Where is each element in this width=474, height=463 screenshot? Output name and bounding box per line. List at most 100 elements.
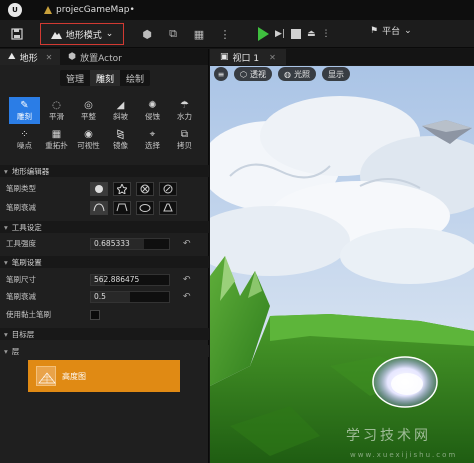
play-button[interactable] (258, 27, 269, 41)
landscape-tab-icon: ⛰ (8, 52, 16, 62)
tab-landscape[interactable]: ⛰ 地形 ✕ (0, 49, 61, 65)
tab-place-actors-label: 放置Actor (80, 53, 122, 64)
watermark-url: www.xuexijishu.com (350, 451, 458, 459)
retopo-icon: ▦ (51, 128, 62, 140)
tool-strength-row: 工具强度 0.685333 ↶ (0, 235, 209, 252)
falloff-spherical-button[interactable] (136, 200, 154, 215)
select-icon: ⌖ (149, 128, 156, 140)
panel-tabs: ⛰ 地形 ✕ ⬢ 放置Actor (0, 49, 208, 65)
brush-size-row: 笔刷尺寸 562.886475 ↶ (0, 271, 209, 288)
platform-button[interactable]: ⚑ 平台 ⌄ (370, 24, 412, 38)
falloff-linear-button[interactable] (113, 200, 131, 215)
tab-landscape-label: 地形 (19, 53, 38, 64)
smooth-icon: ◌ (52, 99, 61, 111)
reset-arrow-icon[interactable]: ↶ (183, 239, 191, 249)
tab-sculpt[interactable]: 雕刻 (90, 70, 121, 86)
falloff-tip-icon (163, 203, 173, 212)
tool-strength-label: 工具强度 (6, 239, 36, 248)
tool-erosion[interactable]: ✺ 侵蚀 (137, 97, 168, 124)
tool-smooth[interactable]: ◌ 平滑 (41, 97, 72, 124)
viewport-menu-button[interactable]: ≡ (214, 67, 228, 81)
section-brush-settings[interactable]: ▾ 笔刷设置 (0, 256, 209, 268)
stop-button[interactable] (290, 29, 301, 39)
layer-heightmap[interactable]: 高度图 (28, 360, 180, 392)
brush-falloff-label: 笔刷衰减 (6, 203, 36, 212)
mode-select-label: 地形模式 (65, 30, 102, 41)
tab-paint[interactable]: 绘制 (120, 70, 150, 86)
cinematics-icon[interactable]: ▦ (188, 23, 210, 45)
tab-manage[interactable]: 管理 (60, 70, 90, 86)
brush-falloff-row: 笔刷衰减 (0, 199, 209, 216)
use-clay-brush-checkbox[interactable] (90, 309, 100, 320)
falloff-spherical-icon (139, 204, 151, 212)
visibility-icon: ◉ (84, 128, 93, 140)
section-landscape-editor[interactable]: ▾ 地形编辑器 (0, 165, 209, 177)
watermark-text: 学习技术网 (346, 428, 431, 444)
brush-alpha-button[interactable] (113, 181, 131, 196)
tool-sculpt[interactable]: ✎ 雕刻 (9, 97, 40, 124)
tool-hydro[interactable]: ☂ 水力 (169, 97, 200, 124)
viewport-tabs: ▣ 视口 1 ✕ (210, 49, 474, 65)
show-button[interactable]: 显示 (321, 67, 350, 81)
reset-arrow-icon[interactable]: ↶ (183, 275, 191, 285)
play-controls: ▶| ⏏ ⋮ (258, 23, 330, 45)
use-clay-brush-label: 使用黏土笔刷 (6, 310, 51, 319)
close-icon[interactable]: ✕ (269, 53, 276, 62)
falloff-smooth-button[interactable] (90, 200, 108, 215)
component-brush-icon (163, 184, 173, 193)
save-button[interactable] (8, 23, 26, 45)
perspective-icon: ⬡ (240, 69, 247, 79)
main-toolbar: 地形模式 ⌄ ⬢ ⧉ ▦ ⋮ ▶| ⏏ ⋮ ⚑ 平台 ⌄ (0, 20, 474, 48)
brush-type-label: 笔刷类型 (6, 184, 36, 193)
section-target-layer[interactable]: ▾ 目标层 (0, 328, 209, 340)
tab-place-actors[interactable]: ⬢ 放置Actor (60, 49, 130, 65)
map-icon (44, 6, 52, 14)
platform-icon: ⚑ (370, 25, 379, 36)
tool-mirror[interactable]: ⧎ 镜像 (105, 126, 136, 153)
tool-noise[interactable]: ⁘ 噪点 (9, 126, 40, 153)
brush-pattern-button[interactable] (136, 181, 154, 196)
blueprint-icon[interactable]: ⧉ (162, 23, 184, 45)
eject-icon[interactable]: ⏏ (307, 23, 316, 45)
collapse-arrow-icon: ▾ (4, 257, 8, 267)
tool-strength-field[interactable]: 0.685333 (90, 237, 170, 250)
title-bar: U projecGameMap• (0, 0, 474, 20)
copy-icon: ⧉ (180, 128, 189, 140)
perspective-button[interactable]: ⬡ 透视 (234, 67, 272, 81)
tool-ramp[interactable]: ◢ 斜坡 (105, 97, 136, 124)
lighting-button[interactable]: ◍ 光照 (277, 67, 316, 81)
document-tab[interactable]: projecGameMap• (44, 5, 135, 15)
place-actor-tab-icon: ⬢ (68, 52, 77, 62)
mode-select-button[interactable]: 地形模式 ⌄ (40, 23, 124, 45)
viewport-panel: ▣ 视口 1 ✕ ≡ ⬡ 透视 ◍ 光照 显示 学习技术网 www.xuexij… (210, 49, 474, 463)
brush-size-field[interactable]: 562.886475 (90, 273, 170, 286)
brush-circle-button[interactable] (90, 181, 108, 196)
erosion-icon: ✺ (148, 99, 157, 111)
section-layers[interactable]: ▾ 层 (0, 345, 209, 357)
flatten-icon: ◎ (84, 99, 93, 111)
viewport-scene[interactable] (210, 66, 474, 463)
close-icon[interactable]: ✕ (46, 53, 53, 62)
layer-heightmap-label: 高度图 (62, 371, 86, 381)
tool-select[interactable]: ⌖ 选择 (137, 126, 168, 153)
brush-falloff-field[interactable]: 0.5 (90, 290, 170, 303)
section-tool-settings[interactable]: ▾ 工具设定 (0, 221, 209, 233)
collapse-arrow-icon: ▾ (4, 346, 8, 356)
lighting-icon: ◍ (283, 69, 291, 79)
tool-visibility[interactable]: ◉ 可视性 (73, 126, 104, 153)
unreal-logo-icon[interactable]: U (8, 3, 22, 17)
tool-flatten[interactable]: ◎ 平整 (73, 97, 104, 124)
tool-copy[interactable]: ⧉ 拷贝 (169, 126, 200, 153)
brush-component-button[interactable] (159, 181, 177, 196)
falloff-tip-button[interactable] (159, 200, 177, 215)
skip-icon[interactable]: ▶| (275, 23, 285, 45)
more-tools-icon[interactable]: ⋮ (214, 23, 236, 45)
mirror-icon: ⧎ (116, 128, 125, 140)
tool-retopo[interactable]: ▦ 重拓扑 (41, 126, 72, 153)
add-actor-icon[interactable]: ⬢ (136, 23, 158, 45)
create-tools-group: ⬢ ⧉ ▦ ⋮ (136, 23, 236, 45)
brush-falloff-value-row: 笔刷衰减 0.5 ↶ (0, 288, 209, 305)
tab-viewport-1[interactable]: ▣ 视口 1 ✕ (210, 49, 286, 65)
reset-arrow-icon[interactable]: ↶ (183, 292, 191, 302)
play-options-icon[interactable]: ⋮ (321, 23, 330, 45)
